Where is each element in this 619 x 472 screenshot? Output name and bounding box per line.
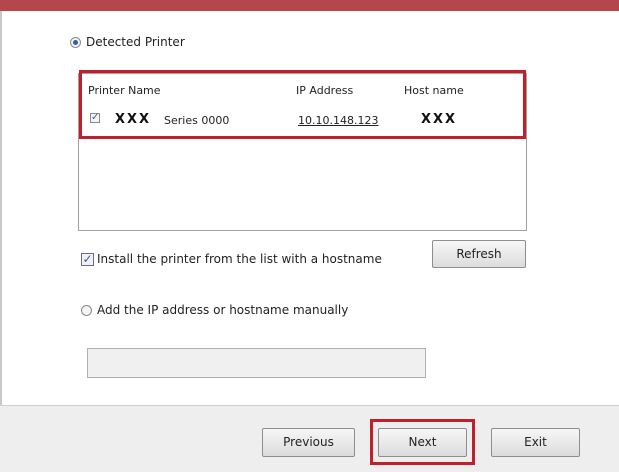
manual-address-label: Add the IP address or hostname manually — [97, 303, 349, 317]
detected-printer-radio[interactable] — [70, 37, 81, 48]
refresh-button[interactable]: Refresh — [432, 240, 526, 268]
install-hostname-label: Install the printer from the list with a… — [97, 252, 382, 266]
exit-button[interactable]: Exit — [491, 428, 580, 457]
next-button-highlight — [370, 419, 475, 465]
printer-name-model: XXX — [115, 112, 152, 127]
manual-address-radio[interactable] — [81, 305, 92, 316]
printer-list-highlight — [79, 70, 526, 139]
printer-name-series: Series 0000 — [164, 114, 230, 127]
window-top-bar — [0, 0, 619, 11]
previous-button[interactable]: Previous — [262, 428, 355, 457]
manual-address-input[interactable] — [87, 348, 426, 378]
printer-host-name: XXX — [421, 112, 458, 127]
column-header-printer-name[interactable]: Printer Name — [88, 84, 161, 97]
row-checkbox[interactable]: ✓ — [90, 113, 100, 123]
column-header-host-name[interactable]: Host name — [404, 84, 464, 97]
detected-printer-label: Detected Printer — [86, 35, 185, 49]
installer-window: Detected Printer Printer Name IP Address… — [0, 0, 619, 472]
printer-ip-address: 10.10.148.123 — [298, 114, 379, 127]
window-left-edge — [0, 11, 2, 472]
install-hostname-checkbox[interactable]: ✓ — [81, 253, 94, 266]
column-header-ip-address[interactable]: IP Address — [296, 84, 353, 97]
